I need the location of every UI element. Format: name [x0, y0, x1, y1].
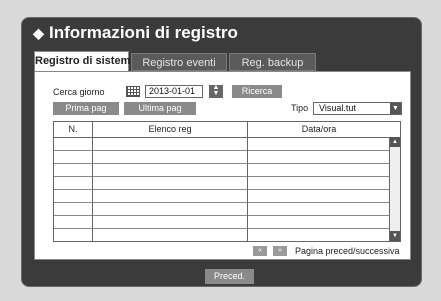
tab-event-log[interactable]: Registro eventi — [131, 53, 227, 71]
next-page-button[interactable]: » — [273, 246, 287, 256]
first-page-button[interactable]: Prima pag — [53, 102, 119, 115]
dropdown-arrow-icon[interactable]: ▼ — [390, 103, 401, 114]
search-button[interactable]: Ricerca — [232, 85, 282, 98]
prev-page-button[interactable]: « — [253, 246, 267, 256]
table-scrollbar[interactable]: ▲ ▼ — [389, 137, 400, 241]
column-header-number: N. — [68, 124, 78, 134]
diamond-icon: ◆ — [33, 25, 44, 41]
scroll-down-icon[interactable]: ▼ — [390, 231, 400, 241]
tab-backup-log[interactable]: Reg. backup — [229, 53, 316, 71]
search-day-label: Cerca giorno — [53, 87, 105, 97]
window-title-text: Informazioni di registro — [49, 23, 238, 42]
log-info-window: ◆ Informazioni di registro Registro di si… — [21, 17, 422, 287]
log-panel: Cerca giorno 2013-01-01 ▲ ▼ Ricerca Prima… — [34, 71, 411, 260]
spin-down-icon[interactable]: ▼ — [209, 90, 223, 97]
type-select-value: Visual.tut — [319, 103, 356, 113]
tab-system-log[interactable]: Registro di sistema — [34, 51, 136, 71]
table-row[interactable] — [54, 203, 390, 216]
window-title: ◆ Informazioni di registro — [32, 23, 238, 43]
table-row[interactable] — [54, 138, 390, 151]
table-row[interactable] — [54, 151, 390, 164]
date-spinner[interactable]: ▲ ▼ — [209, 84, 223, 98]
column-header-datetime: Data/ora — [301, 124, 337, 134]
type-select[interactable]: Visual.tut ▼ — [313, 102, 402, 115]
back-button[interactable]: Preced. — [205, 269, 254, 284]
last-page-button[interactable]: Ultima pag — [124, 102, 196, 115]
table-row[interactable] — [54, 177, 390, 190]
table-header: N. Elenco reg Data/ora — [54, 122, 390, 138]
table-row[interactable] — [54, 190, 390, 203]
table-row[interactable] — [54, 164, 390, 177]
date-input[interactable]: 2013-01-01 — [145, 85, 203, 98]
log-table: N. Elenco reg Data/ora ▲ ▼ — [53, 121, 401, 242]
table-row[interactable] — [54, 216, 390, 229]
type-label: Tipo — [291, 103, 309, 113]
column-header-log-list: Elenco reg — [148, 124, 192, 134]
column-divider — [92, 122, 93, 241]
pagination-label: Pagina preced/successiva — [295, 246, 400, 256]
calendar-icon[interactable] — [126, 86, 140, 97]
scroll-up-icon[interactable]: ▲ — [390, 137, 400, 147]
column-divider — [247, 122, 248, 241]
